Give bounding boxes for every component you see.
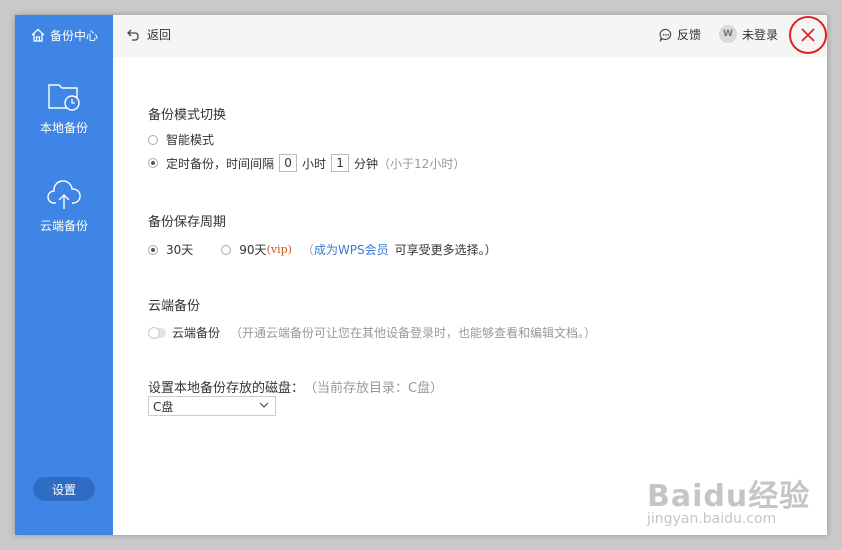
disk-select-value: C盘 [153,399,174,414]
radio-smart-mode[interactable] [148,134,158,145]
radio-90-days[interactable] [221,244,232,255]
period-options: 30天 90天 (vip) （ 成为WPS会员 可享受更多选择。） [148,241,497,258]
chat-bubble-icon [659,28,672,42]
main-content: 备份模式切换 智能模式 定时备份，时间间隔 0 小时 1 分钟 （小于12小时）… [113,57,827,535]
home-icon [31,28,45,42]
backup-center-window: 备份中心 本地备份 云端备份 设置 返回 反馈 W 未登录 备份模式切换 智能模… [15,15,827,535]
feedback-button[interactable]: 反馈 [659,26,701,43]
close-icon [801,28,815,42]
become-wps-member-link[interactable]: 成为WPS会员 [314,241,389,258]
disk-select[interactable]: C盘 [148,396,276,416]
radio-row-timed[interactable]: 定时备份，时间间隔 0 小时 1 分钟 （小于12小时） [148,154,465,172]
cloud-toggle-label: 云端备份 [172,326,221,340]
back-label: 返回 [147,28,172,42]
sidebar-title: 备份中心 [15,25,113,45]
period-tail: 可享受更多选择。） [394,243,497,257]
disk-title-row: 设置本地备份存放的磁盘： （当前存放目录：C盘） [148,377,443,396]
radio-row-smart[interactable]: 智能模式 [148,131,214,148]
sidebar-item-local-backup[interactable]: 本地备份 [15,81,113,136]
cloud-hint: （开通云端备份可让您在其他设备登录时，也能够查看和编辑文档。） [230,326,597,340]
radio-timed-backup[interactable] [148,158,158,168]
sidebar-item-label: 云端备份 [39,219,88,233]
sidebar: 备份中心 本地备份 云端备份 设置 [15,15,113,535]
undo-arrow-icon [127,29,139,41]
minutes-unit: 分钟 [354,156,379,171]
minutes-input[interactable]: 1 [331,154,350,172]
watermark-main: Baidu经验 [647,479,811,514]
top-bar: 返回 反馈 W 未登录 [113,15,827,57]
avatar: W [719,25,737,43]
settings-button[interactable]: 设置 [33,477,95,501]
chevron-down-icon [259,402,269,408]
login-label: 未登录 [742,27,779,42]
radio-30-label: 30天 [166,243,194,257]
cloud-backup-toggle[interactable] [148,326,166,339]
login-status[interactable]: W 未登录 [719,25,778,43]
section-title-mode: 备份模式切换 [148,108,227,123]
hours-input[interactable]: 0 [279,154,298,172]
cloud-upload-icon [47,180,81,209]
paren-open: （ [301,243,314,257]
feedback-label: 反馈 [677,28,702,42]
folder-clock-icon [48,84,80,111]
sidebar-item-cloud-backup[interactable]: 云端备份 [15,179,113,234]
close-button[interactable] [789,16,827,54]
radio-30-days[interactable] [148,244,158,255]
hours-unit: 小时 [302,156,327,171]
section-title-period: 备份保存周期 [148,215,227,230]
interval-hint: （小于12小时） [378,156,466,171]
section-title-disk: 设置本地备份存放的磁盘： [148,381,305,396]
sidebar-title-text: 备份中心 [49,28,98,43]
vip-tag: (vip) [266,243,292,256]
radio-90-label: 90天 [239,243,267,257]
current-directory: （当前存放目录：C盘） [304,381,444,396]
radio-timed-label: 定时备份，时间间隔 [166,156,275,171]
cloud-toggle-row: 云端备份 （开通云端备份可让您在其他设备登录时，也能够查看和编辑文档。） [148,324,596,341]
back-button[interactable]: 返回 [127,26,171,43]
section-title-cloud: 云端备份 [148,299,201,314]
baidu-watermark: Baidu经验 jingyan.baidu.com [647,471,810,527]
radio-smart-label: 智能模式 [166,133,215,147]
sidebar-item-label: 本地备份 [39,121,88,135]
